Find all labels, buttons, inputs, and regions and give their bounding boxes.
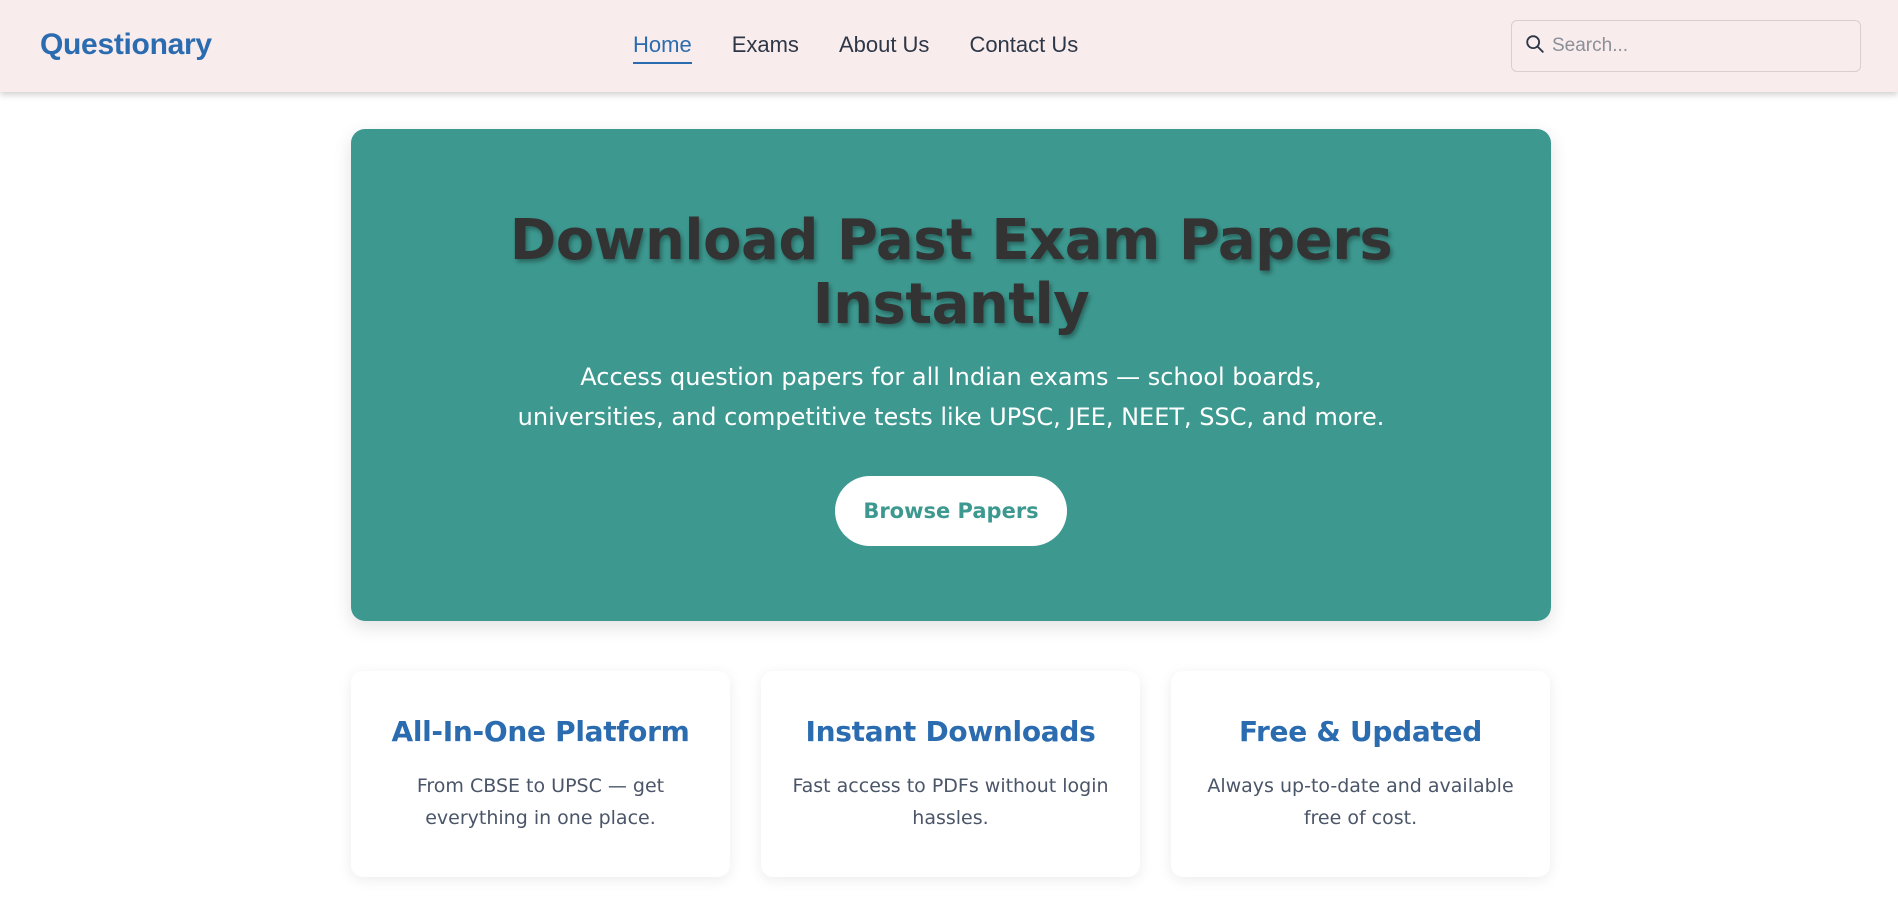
feature-card-title: Free & Updated (1239, 715, 1482, 748)
search-input[interactable] (1552, 35, 1842, 57)
feature-card-text: Always up-to-date and available free of … (1207, 775, 1514, 829)
nav-link-contact-us[interactable]: Contact Us (969, 32, 1078, 64)
nav-link-home[interactable]: Home (633, 32, 692, 64)
feature-cards: All-In-One Platform From CBSE to UPSC — … (351, 671, 1551, 877)
feature-card-free-updated: Free & Updated Always up-to-date and ava… (1171, 671, 1550, 877)
feature-card-all-in-one: All-In-One Platform From CBSE to UPSC — … (351, 671, 730, 877)
site-logo[interactable]: Questionary (40, 28, 212, 62)
site-header: Questionary Home Exams About Us Contact … (0, 0, 1898, 92)
feature-card-title: Instant Downloads (805, 715, 1096, 748)
main-nav: Home Exams About Us Contact Us (633, 32, 1078, 64)
feature-card-text: From CBSE to UPSC — get everything in on… (416, 775, 665, 829)
feature-card-instant-downloads: Instant Downloads Fast access to PDFs wi… (761, 671, 1140, 877)
hero-title: Download Past Exam Papers Instantly (509, 208, 1393, 337)
hero-subtitle: Access question papers for all Indian ex… (517, 363, 1385, 431)
feature-card-title: All-In-One Platform (391, 715, 690, 748)
browse-papers-button[interactable]: Browse Papers (835, 476, 1067, 546)
nav-link-about-us[interactable]: About Us (839, 32, 930, 64)
nav-link-exams[interactable]: Exams (732, 32, 799, 64)
search-icon (1524, 33, 1552, 59)
feature-card-text: Fast access to PDFs without login hassle… (792, 775, 1109, 829)
search-box[interactable] (1511, 20, 1861, 72)
hero-banner: Download Past Exam Papers Instantly Acce… (351, 129, 1551, 621)
